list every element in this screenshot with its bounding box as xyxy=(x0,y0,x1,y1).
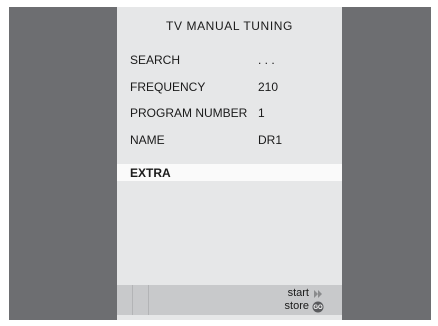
menu-row-label: SEARCH xyxy=(130,53,181,67)
bottom-hint-bar: start store GO xyxy=(117,285,342,315)
menu-row-value: DR1 xyxy=(258,133,283,147)
fast-forward-icon xyxy=(314,290,322,298)
menu-title: TV MANUAL TUNING xyxy=(166,19,293,33)
menu-row-label: PROGRAM NUMBER xyxy=(130,106,248,120)
bar-divider xyxy=(148,285,149,315)
menu-row-frequency[interactable]: FREQUENCY 210 xyxy=(130,80,335,96)
menu-row-search[interactable]: SEARCH . . . xyxy=(130,53,335,69)
menu-row-value: 210 xyxy=(258,80,279,94)
menu-row-extra[interactable]: EXTRA xyxy=(117,164,342,181)
menu-row-extra-label: EXTRA xyxy=(130,166,171,180)
menu-row-name[interactable]: NAME DR1 xyxy=(130,133,335,149)
menu-row-program-number[interactable]: PROGRAM NUMBER 1 xyxy=(130,106,335,122)
go-icon-text: GO xyxy=(313,305,323,311)
store-hint-label: store xyxy=(284,300,309,312)
menu-row-value: . . . xyxy=(258,53,275,67)
bar-divider xyxy=(132,285,133,315)
menu-row-value: 1 xyxy=(258,106,265,120)
menu-row-label: NAME xyxy=(130,133,165,147)
start-hint-label: start xyxy=(287,287,309,299)
tuning-menu-panel: TV MANUAL TUNING SEARCH . . . FREQUENCY … xyxy=(117,7,342,320)
go-icon: GO xyxy=(312,301,324,313)
menu-row-label: FREQUENCY xyxy=(130,80,206,94)
